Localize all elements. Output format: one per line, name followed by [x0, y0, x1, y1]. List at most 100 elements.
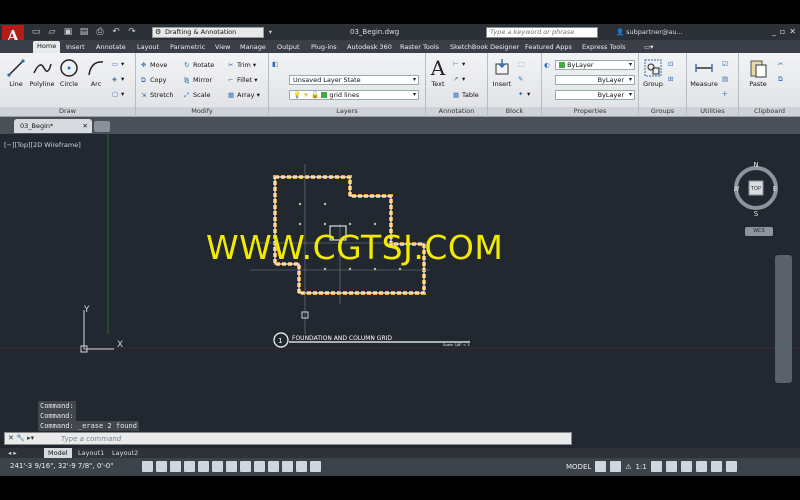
quick-view-drawings-icon[interactable]: [610, 461, 622, 472]
tab-featured-apps[interactable]: Featured Apps: [521, 42, 576, 52]
circle-button[interactable]: Circle: [57, 58, 81, 88]
workspace-dropdown[interactable]: ⚙ Drafting & Annotation ▾: [152, 27, 272, 38]
edit-block-button[interactable]: ✎: [518, 75, 527, 83]
workspace-switching-icon[interactable]: [665, 461, 677, 472]
hardware-acceleration-icon[interactable]: [695, 461, 707, 472]
annotation-visibility-icon[interactable]: [650, 461, 662, 472]
tab-insert[interactable]: Insert: [62, 42, 89, 52]
tab-parametric[interactable]: Parametric: [166, 42, 209, 52]
create-block-button[interactable]: ⬚: [518, 60, 527, 68]
fillet-button[interactable]: ⌐ Fillet ▾: [228, 76, 258, 84]
copy-clip-button[interactable]: ⧉: [778, 75, 787, 84]
move-button[interactable]: ✥ Move: [141, 61, 167, 69]
copy-button[interactable]: ⧉ Copy: [141, 76, 167, 85]
osnap-toggle[interactable]: [198, 461, 209, 472]
dimension-button[interactable]: ⊢ ▾: [453, 60, 465, 68]
block-panel-title[interactable]: Block: [488, 107, 541, 116]
cut-button[interactable]: ✂: [778, 60, 787, 68]
stretch-button[interactable]: ⇲ Stretch: [141, 91, 173, 99]
calculator-button[interactable]: ▤: [722, 75, 731, 83]
quick-properties-toggle[interactable]: [296, 461, 307, 472]
navigation-bar[interactable]: [775, 255, 792, 383]
hatch-button[interactable]: ◈ ▾: [112, 75, 124, 83]
annotation-scale-label[interactable]: 1:1: [636, 463, 647, 471]
current-layer-dropdown[interactable]: 💡 ☀ 🔓 grid lines ▾: [289, 90, 419, 100]
viewcube[interactable]: TOP N S E W: [734, 160, 778, 220]
text-button[interactable]: A Text: [428, 58, 448, 88]
ortho-toggle[interactable]: [170, 461, 181, 472]
tab-plug-ins[interactable]: Plug-ins: [307, 42, 341, 52]
block-attributes-button[interactable]: ✦ ▾: [518, 90, 530, 98]
array-button[interactable]: ▦ Array ▾: [228, 91, 260, 99]
rotate-button[interactable]: ↻ Rotate: [184, 61, 214, 69]
tab-sketchbook-designer[interactable]: SketchBook Designer: [446, 42, 523, 52]
match-properties-button[interactable]: ◐: [544, 61, 553, 69]
ribbon-minimize-button[interactable]: ▭▾: [640, 42, 657, 52]
tab-model[interactable]: Model: [44, 448, 72, 458]
save-icon[interactable]: ▣: [62, 27, 74, 37]
tab-layout1[interactable]: Layout1: [74, 448, 108, 458]
search-input[interactable]: Type a keyword or phrase: [486, 27, 598, 38]
tab-view[interactable]: View: [211, 42, 234, 52]
3d-osnap-toggle[interactable]: [212, 461, 223, 472]
scale-button[interactable]: ⤢ Scale: [184, 91, 211, 100]
tab-autodesk-360[interactable]: Autodesk 360: [343, 42, 396, 52]
linetype-dropdown[interactable]: ByLayer ▾: [555, 75, 635, 85]
leader-button[interactable]: ↗ ▾: [453, 75, 465, 83]
group-button[interactable]: Group: [641, 58, 665, 88]
tab-annotate[interactable]: Annotate: [92, 42, 130, 52]
tab-raster-tools[interactable]: Raster Tools: [396, 42, 443, 52]
group-edit-button[interactable]: ⊞: [668, 75, 677, 83]
region-button[interactable]: ▢ ▾: [112, 90, 124, 98]
tab-layout2[interactable]: Layout2: [108, 448, 142, 458]
mirror-button[interactable]: ⧎ Mirror: [184, 76, 212, 84]
id-point-button[interactable]: ✛: [722, 90, 731, 98]
document-tab[interactable]: 03_Begin* ✕: [14, 119, 92, 133]
trim-button[interactable]: ✂ Trim ▾: [228, 61, 256, 69]
annotation-scale-icon[interactable]: ⚠: [625, 463, 631, 471]
modify-panel-title[interactable]: Modify: [136, 107, 268, 116]
transparency-toggle[interactable]: [282, 461, 293, 472]
close-icon[interactable]: ✕: [83, 119, 88, 133]
table-button[interactable]: ▦ Table: [453, 91, 479, 99]
save-as-icon[interactable]: ▤: [78, 27, 90, 37]
wrench-icon[interactable]: 🔧: [16, 434, 25, 442]
color-dropdown[interactable]: ByLayer ▾: [555, 60, 635, 70]
groups-panel-title[interactable]: Groups: [639, 107, 686, 116]
undo-icon[interactable]: ↶: [110, 27, 122, 37]
tab-home[interactable]: Home: [33, 41, 61, 53]
layer-properties-button[interactable]: ◧: [272, 60, 281, 68]
isolate-objects-icon[interactable]: [710, 461, 722, 472]
paste-button[interactable]: Paste: [745, 58, 771, 88]
insert-button[interactable]: Insert: [490, 58, 514, 88]
grid-toggle[interactable]: [156, 461, 167, 472]
tab-layout[interactable]: Layout: [133, 42, 163, 52]
line-button[interactable]: Line: [4, 58, 28, 88]
print-icon[interactable]: ⎙: [94, 27, 106, 37]
draw-panel-title[interactable]: Draw: [0, 107, 135, 116]
new-tab-button[interactable]: [94, 121, 110, 132]
wcs-menu[interactable]: WCS: [745, 227, 773, 236]
tab-manage[interactable]: Manage: [236, 42, 270, 52]
polyline-button[interactable]: Polyline: [28, 58, 56, 88]
redo-icon[interactable]: ↷: [126, 27, 138, 37]
ungroup-button[interactable]: ⊡: [668, 60, 677, 68]
rectangle-button[interactable]: ▭ ▾: [112, 60, 124, 68]
tab-output[interactable]: Output: [273, 42, 304, 52]
layer-state-dropdown[interactable]: [289, 60, 419, 70]
open-icon[interactable]: ▱: [46, 27, 58, 37]
clean-screen-icon[interactable]: [725, 461, 737, 472]
selection-cycling-toggle[interactable]: [310, 461, 321, 472]
annotation-panel-title[interactable]: Annotation: [426, 107, 487, 116]
layers-panel-title[interactable]: Layers: [269, 107, 425, 116]
user-account[interactable]: 👤 subpartner@au...: [616, 27, 683, 37]
snap-toggle[interactable]: [142, 461, 153, 472]
quick-view-layouts-icon[interactable]: [595, 461, 607, 472]
measure-button[interactable]: Measure: [689, 58, 719, 88]
dyn-toggle[interactable]: [254, 461, 265, 472]
coordinates-readout[interactable]: 241'-3 9/16", 32'-9 7/8", 0'-0": [10, 462, 113, 470]
maximize-icon[interactable]: ▫: [780, 27, 785, 36]
layer-state-dropdown-box[interactable]: Unsaved Layer State ▾: [289, 75, 419, 85]
arc-button[interactable]: Arc: [84, 58, 108, 88]
lineweight-toggle[interactable]: [268, 461, 279, 472]
